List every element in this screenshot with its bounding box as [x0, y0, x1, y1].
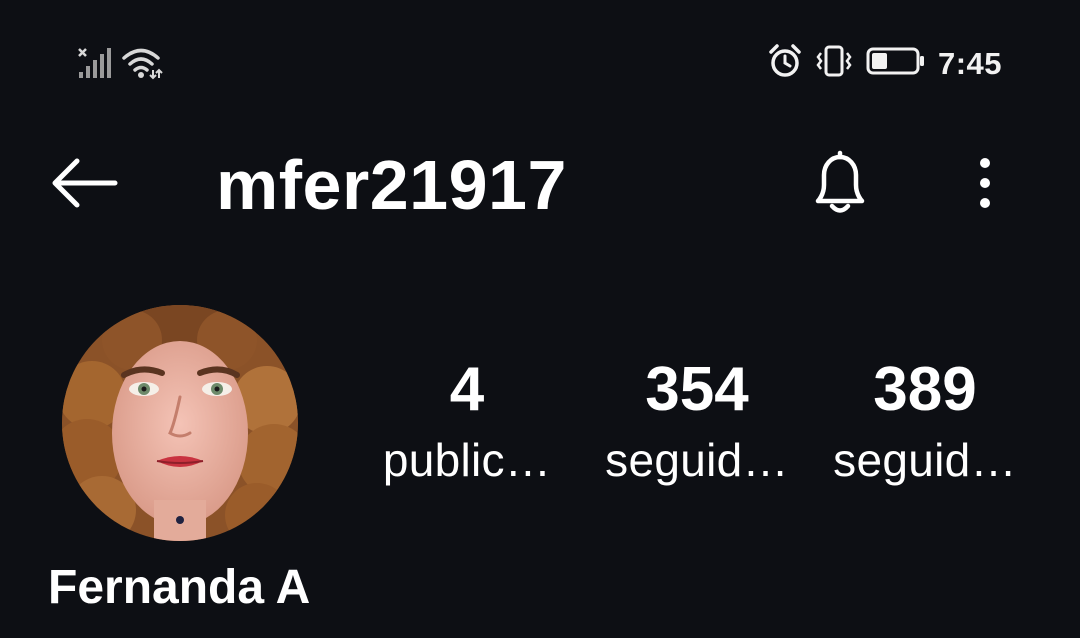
stat-posts[interactable]: 4 public… [372, 350, 562, 490]
stat-followers-label: seguid… [605, 434, 789, 486]
status-left [76, 46, 164, 85]
wifi-icon [122, 46, 164, 85]
stat-posts-label: public… [382, 434, 552, 486]
stat-followers-count: 354 [645, 355, 749, 424]
back-arrow-icon [49, 157, 119, 214]
profile-header: mfer21917 [0, 130, 1080, 240]
profile-username: mfer21917 [216, 146, 567, 224]
stat-following-label: seguid… [833, 434, 1017, 486]
profile-avatar[interactable] [62, 305, 298, 541]
battery-icon [866, 44, 926, 83]
stat-posts-count: 4 [449, 355, 485, 424]
more-vertical-icon [977, 155, 993, 216]
stat-followers[interactable]: 354 seguid… [592, 350, 802, 490]
stat-following-count: 389 [873, 355, 977, 424]
status-right: 7:45 [768, 44, 1002, 83]
vibrate-icon [814, 44, 854, 83]
profile-full-name: Fernanda A [48, 561, 311, 614]
bell-icon [809, 149, 871, 222]
more-options-button[interactable] [960, 150, 1010, 220]
status-time: 7:45 [937, 45, 1002, 81]
notifications-button[interactable] [803, 145, 877, 225]
alarm-icon [768, 44, 802, 83]
status-bar: 7:45 [0, 0, 1080, 130]
signal-no-service-icon [76, 46, 112, 85]
back-button[interactable] [46, 155, 122, 215]
stat-following[interactable]: 389 seguid… [820, 350, 1030, 490]
